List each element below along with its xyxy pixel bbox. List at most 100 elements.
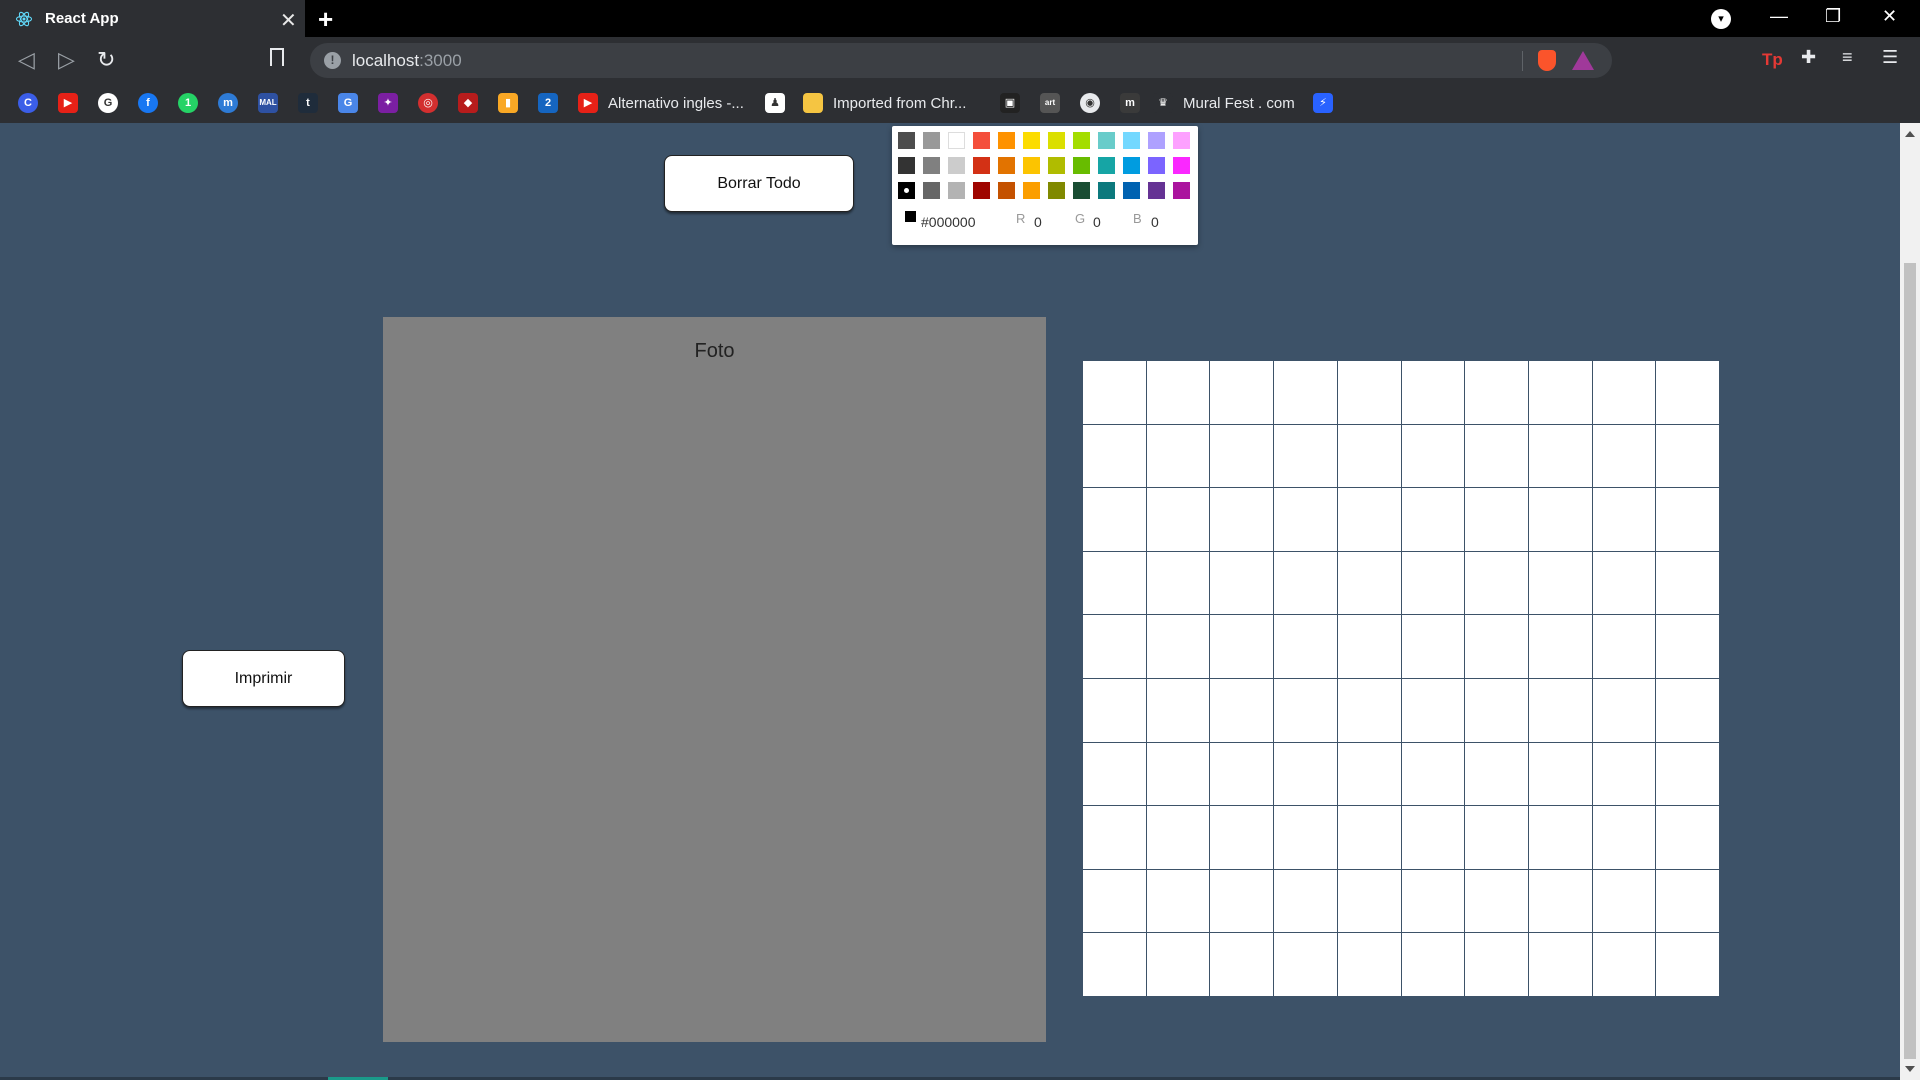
grid-cell[interactable] xyxy=(1083,806,1146,869)
grid-cell[interactable] xyxy=(1401,742,1465,806)
page-scrollbar[interactable] xyxy=(1900,123,1920,1080)
grid-cell[interactable] xyxy=(1210,615,1274,678)
grid-cell[interactable] xyxy=(1592,551,1656,615)
extensions-puzzle-icon[interactable]: ✚ xyxy=(1801,47,1816,68)
grid-cell[interactable] xyxy=(1210,551,1274,615)
grid-cell[interactable] xyxy=(1337,361,1401,424)
color-swatch[interactable] xyxy=(973,182,990,199)
bookmark-item[interactable]: ♟ xyxy=(765,92,785,114)
grid-cell[interactable] xyxy=(1592,933,1656,996)
reload-icon[interactable]: ↻ xyxy=(97,47,115,73)
grid-cell[interactable] xyxy=(1528,678,1592,742)
grid-cell[interactable] xyxy=(1146,488,1210,551)
grid-cell[interactable] xyxy=(1274,424,1337,488)
clear-all-button[interactable]: Borrar Todo xyxy=(664,155,854,212)
grid-cell[interactable] xyxy=(1146,424,1210,488)
grid-cell[interactable] xyxy=(1274,742,1337,806)
color-swatch[interactable] xyxy=(1173,132,1190,149)
bookmark-item[interactable]: ◆ xyxy=(458,92,478,114)
grid-cell[interactable] xyxy=(1083,742,1146,806)
grid-cell[interactable] xyxy=(1401,615,1465,678)
grid-cell[interactable] xyxy=(1210,361,1274,424)
grid-cell[interactable] xyxy=(1274,615,1337,678)
bookmark-item[interactable]: ♛ Mural Fest . com xyxy=(1153,92,1295,114)
bookmark-item[interactable]: C xyxy=(18,92,38,114)
grid-cell[interactable] xyxy=(1656,488,1719,551)
color-swatch[interactable] xyxy=(923,132,940,149)
grid-cell[interactable] xyxy=(1592,361,1656,424)
grid-cell[interactable] xyxy=(1083,869,1146,933)
color-swatch[interactable] xyxy=(1073,132,1090,149)
grid-cell[interactable] xyxy=(1401,488,1465,551)
color-swatch[interactable] xyxy=(948,182,965,199)
grid-cell[interactable] xyxy=(1146,678,1210,742)
grid-cell[interactable] xyxy=(1274,806,1337,869)
forward-icon[interactable]: ▷ xyxy=(58,47,75,73)
color-swatch[interactable] xyxy=(1073,157,1090,174)
grid-cell[interactable] xyxy=(1274,869,1337,933)
color-swatch[interactable] xyxy=(1123,132,1140,149)
color-swatch[interactable] xyxy=(1048,157,1065,174)
color-swatch[interactable] xyxy=(1098,182,1115,199)
grid-cell[interactable] xyxy=(1401,806,1465,869)
bookmark-item[interactable]: m xyxy=(1120,92,1140,114)
bookmark-item[interactable]: ▶ Alternativo ingles -... xyxy=(578,92,744,114)
bookmark-item[interactable]: G xyxy=(98,92,118,114)
brave-rewards-icon[interactable] xyxy=(1572,51,1594,70)
grid-cell[interactable] xyxy=(1210,678,1274,742)
tab-search-icon[interactable]: ▾ xyxy=(1711,9,1731,29)
minimize-icon[interactable]: — xyxy=(1770,6,1788,27)
bookmark-item[interactable]: ⚡ xyxy=(1313,92,1333,114)
scroll-thumb[interactable] xyxy=(1904,263,1916,1059)
back-icon[interactable]: ◁ xyxy=(18,47,35,73)
bookmark-item[interactable]: m xyxy=(218,92,238,114)
grid-cell[interactable] xyxy=(1592,488,1656,551)
address-bar[interactable]: ! localhost:3000 xyxy=(310,43,1612,78)
grid-cell[interactable] xyxy=(1592,678,1656,742)
site-info-icon[interactable]: ! xyxy=(324,52,341,69)
bookmark-item[interactable]: t xyxy=(298,92,318,114)
r-input[interactable]: 0 xyxy=(1034,214,1042,230)
grid-cell[interactable] xyxy=(1465,869,1528,933)
bookmark-item[interactable]: ▮ xyxy=(498,92,518,114)
bookmark-item[interactable]: G xyxy=(338,92,358,114)
grid-cell[interactable] xyxy=(1083,615,1146,678)
grid-cell[interactable] xyxy=(1401,933,1465,996)
color-swatch[interactable] xyxy=(1023,182,1040,199)
bookmark-item[interactable]: ▶ xyxy=(58,92,78,114)
media-control-icon[interactable]: ≡ xyxy=(1842,47,1853,68)
grid-cell[interactable] xyxy=(1337,742,1401,806)
grid-cell[interactable] xyxy=(1465,551,1528,615)
color-swatch[interactable] xyxy=(1123,157,1140,174)
bookmark-item[interactable]: ✦ xyxy=(378,92,398,114)
grid-cell[interactable] xyxy=(1465,742,1528,806)
grid-cell[interactable] xyxy=(1528,361,1592,424)
color-swatch[interactable] xyxy=(923,182,940,199)
grid-cell[interactable] xyxy=(1146,551,1210,615)
grid-cell[interactable] xyxy=(1528,742,1592,806)
grid-cell[interactable] xyxy=(1083,361,1146,424)
grid-cell[interactable] xyxy=(1528,488,1592,551)
grid-cell[interactable] xyxy=(1210,933,1274,996)
grid-cell[interactable] xyxy=(1210,869,1274,933)
grid-cell[interactable] xyxy=(1401,361,1465,424)
color-swatch[interactable] xyxy=(1098,132,1115,149)
color-swatch[interactable] xyxy=(1148,132,1165,149)
bookmark-item[interactable]: f xyxy=(138,92,158,114)
grid-cell[interactable] xyxy=(1146,615,1210,678)
grid-cell[interactable] xyxy=(1401,678,1465,742)
brave-shields-icon[interactable] xyxy=(1538,50,1556,71)
grid-cell[interactable] xyxy=(1465,678,1528,742)
bookmark-item[interactable]: MAL xyxy=(258,92,278,114)
color-swatch[interactable] xyxy=(948,157,965,174)
bookmark-item[interactable]: 1 xyxy=(178,92,198,114)
grid-cell[interactable] xyxy=(1274,933,1337,996)
b-input[interactable]: 0 xyxy=(1151,214,1159,230)
grid-cell[interactable] xyxy=(1528,615,1592,678)
grid-cell[interactable] xyxy=(1592,742,1656,806)
grid-cell[interactable] xyxy=(1656,361,1719,424)
grid-cell[interactable] xyxy=(1210,806,1274,869)
grid-cell[interactable] xyxy=(1465,361,1528,424)
bookmark-item[interactable]: art xyxy=(1040,92,1060,114)
grid-cell[interactable] xyxy=(1465,488,1528,551)
